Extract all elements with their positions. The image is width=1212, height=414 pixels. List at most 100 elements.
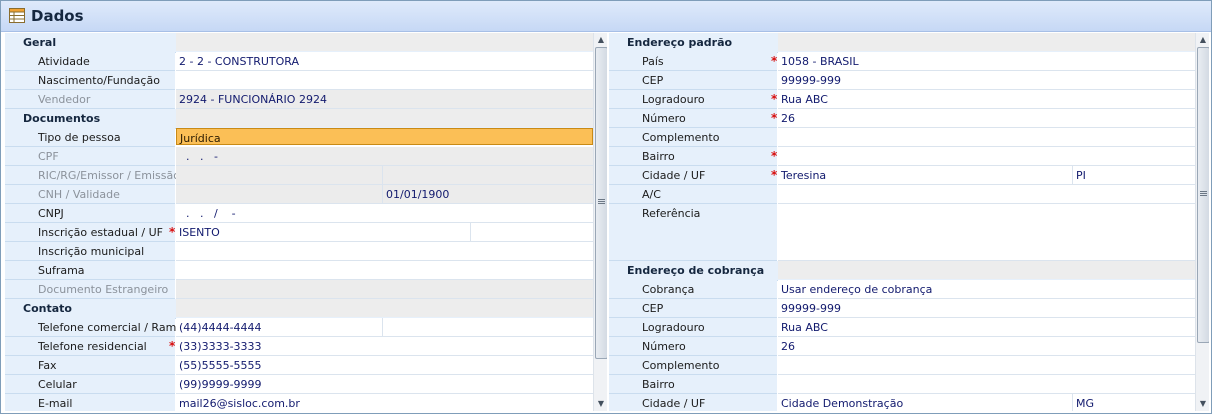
required-marker: * bbox=[771, 168, 778, 182]
field-label: CNH / Validade bbox=[38, 188, 120, 201]
section-geral[interactable]: Geral bbox=[5, 33, 593, 53]
pais-field[interactable]: 1058 - BRASIL bbox=[778, 52, 1195, 71]
logradouro-field[interactable]: Rua ABC bbox=[778, 90, 1195, 109]
field-label: CPF bbox=[38, 150, 59, 163]
cobranca-cidade-field[interactable]: Cidade Demonstração MG bbox=[778, 394, 1195, 411]
section-title: Contato bbox=[23, 302, 72, 315]
row-cobranca-cep[interactable]: CEP 99999-999 bbox=[609, 299, 1195, 318]
row-telefone-comercial[interactable]: Telefone comercial / Ramal (44)4444-4444 bbox=[5, 318, 593, 337]
row-telefone-residencial[interactable]: Telefone residencial * (33)3333-3333 bbox=[5, 337, 593, 356]
field-label: Número bbox=[642, 340, 686, 353]
field-label: Documento Estrangeiro bbox=[38, 283, 169, 296]
uf-field[interactable]: PI bbox=[1072, 166, 1195, 184]
scroll-down-arrow-icon[interactable]: ▼ bbox=[1196, 397, 1209, 411]
row-inscricao-estadual[interactable]: Inscrição estadual / UF * ISENTO bbox=[5, 223, 593, 242]
row-cobranca-bairro[interactable]: Bairro bbox=[609, 375, 1195, 394]
row-cnpj[interactable]: CNPJ . . / - bbox=[5, 204, 593, 223]
scroll-thumb[interactable] bbox=[1197, 47, 1209, 343]
scroll-up-arrow-icon[interactable]: ▲ bbox=[1196, 33, 1209, 47]
section-title: Endereço padrão bbox=[627, 36, 733, 49]
field-label: Vendedor bbox=[38, 93, 91, 106]
row-bairro[interactable]: Bairro * bbox=[609, 147, 1195, 166]
section-endereco-cobranca[interactable]: Endereço de cobrança bbox=[609, 261, 1195, 281]
cep-field[interactable]: 99999-999 bbox=[778, 71, 1195, 90]
cobranca-complemento-field[interactable] bbox=[778, 356, 1195, 375]
cidade-field[interactable]: Teresina PI bbox=[778, 166, 1195, 185]
cnpj-field[interactable]: . . / - bbox=[176, 204, 593, 223]
scroll-down-arrow-icon[interactable]: ▼ bbox=[594, 397, 607, 411]
inscricao-municipal-field[interactable] bbox=[176, 242, 593, 261]
row-vendedor: Vendedor 2924 - FUNCIONÁRIO 2924 bbox=[5, 90, 593, 109]
field-label: E-mail bbox=[38, 397, 73, 410]
section-contato[interactable]: Contato bbox=[5, 299, 593, 319]
section-documentos[interactable]: Documentos bbox=[5, 109, 593, 129]
section-endereco-padrao[interactable]: Endereço padrão bbox=[609, 33, 1195, 53]
telefone-residencial-field[interactable]: (33)3333-3333 bbox=[176, 337, 593, 356]
referencia-field[interactable] bbox=[778, 204, 1195, 261]
left-scrollbar[interactable]: ▲ ▼ bbox=[593, 33, 607, 411]
row-cobranca[interactable]: Cobrança Usar endereço de cobrança bbox=[609, 280, 1195, 299]
suframa-field[interactable] bbox=[176, 261, 593, 280]
field-label: Telefone comercial / Ramal bbox=[38, 321, 187, 334]
email-field[interactable]: mail26@sisloc.com.br bbox=[176, 394, 593, 411]
cobranca-cep-field[interactable]: 99999-999 bbox=[778, 299, 1195, 318]
field-label: Bairro bbox=[642, 378, 675, 391]
field-label: A/C bbox=[642, 188, 661, 201]
celular-field[interactable]: (99)9999-9999 bbox=[176, 375, 593, 394]
title-bar: Dados bbox=[1, 1, 1211, 32]
row-nascimento[interactable]: Nascimento/Fundação bbox=[5, 71, 593, 90]
row-cobranca-numero[interactable]: Número 26 bbox=[609, 337, 1195, 356]
row-inscricao-municipal[interactable]: Inscrição municipal bbox=[5, 242, 593, 261]
cobranca-numero-field[interactable]: 26 bbox=[778, 337, 1195, 356]
telefone-comercial-field[interactable]: (44)4444-4444 bbox=[176, 318, 593, 337]
required-marker: * bbox=[771, 111, 778, 125]
ramal-field[interactable] bbox=[382, 318, 593, 336]
row-cobranca-complemento[interactable]: Complemento bbox=[609, 356, 1195, 375]
section-title: Documentos bbox=[23, 112, 101, 125]
row-ac[interactable]: A/C bbox=[609, 185, 1195, 204]
field-label: Bairro bbox=[642, 150, 675, 163]
tipo-pessoa-select[interactable]: Jurídica bbox=[176, 128, 593, 145]
vendedor-field: 2924 - FUNCIONÁRIO 2924 bbox=[176, 90, 593, 109]
scroll-up-arrow-icon[interactable]: ▲ bbox=[594, 33, 607, 47]
cobranca-uf-field[interactable]: MG bbox=[1072, 394, 1195, 411]
row-referencia[interactable]: Referência bbox=[609, 204, 1195, 261]
row-fax[interactable]: Fax (55)5555-5555 bbox=[5, 356, 593, 375]
ac-field[interactable] bbox=[778, 185, 1195, 204]
row-ric: RIC/RG/Emissor / Emissão bbox=[5, 166, 593, 185]
cobranca-field[interactable]: Usar endereço de cobrança bbox=[778, 280, 1195, 299]
cobranca-bairro-field[interactable] bbox=[778, 375, 1195, 394]
row-suframa[interactable]: Suframa bbox=[5, 261, 593, 280]
cobranca-logradouro-field[interactable]: Rua ABC bbox=[778, 318, 1195, 337]
row-email[interactable]: E-mail mail26@sisloc.com.br bbox=[5, 394, 593, 411]
row-cnh: CNH / Validade 01/01/1900 bbox=[5, 185, 593, 204]
dados-window: Dados Geral Atividade 2 - 2 - CONSTRUTOR… bbox=[0, 0, 1212, 414]
scroll-thumb[interactable] bbox=[595, 47, 607, 359]
row-cidade-uf[interactable]: Cidade / UF * Teresina PI bbox=[609, 166, 1195, 185]
field-label: Atividade bbox=[38, 55, 90, 68]
numero-field[interactable]: 26 bbox=[778, 109, 1195, 128]
row-celular[interactable]: Celular (99)9999-9999 bbox=[5, 375, 593, 394]
bairro-field[interactable] bbox=[778, 147, 1195, 166]
row-tipo-pessoa[interactable]: Tipo de pessoa Jurídica bbox=[5, 128, 593, 147]
row-logradouro[interactable]: Logradouro * Rua ABC bbox=[609, 90, 1195, 109]
row-cobranca-logradouro[interactable]: Logradouro Rua ABC bbox=[609, 318, 1195, 337]
required-marker: * bbox=[771, 149, 778, 163]
inscricao-estadual-field[interactable]: ISENTO bbox=[176, 223, 593, 242]
fax-field[interactable]: (55)5555-5555 bbox=[176, 356, 593, 375]
row-cep[interactable]: CEP 99999-999 bbox=[609, 71, 1195, 90]
right-scrollbar[interactable]: ▲ ▼ bbox=[1195, 33, 1209, 411]
row-cobranca-cidade-uf[interactable]: Cidade / UF Cidade Demonstração MG bbox=[609, 394, 1195, 411]
atividade-field[interactable]: 2 - 2 - CONSTRUTORA bbox=[176, 52, 593, 71]
complemento-field[interactable] bbox=[778, 128, 1195, 147]
uf-field[interactable] bbox=[470, 223, 593, 241]
row-pais[interactable]: País * 1058 - BRASIL bbox=[609, 52, 1195, 71]
required-marker: * bbox=[771, 54, 778, 68]
row-numero[interactable]: Número * 26 bbox=[609, 109, 1195, 128]
row-complemento[interactable]: Complemento bbox=[609, 128, 1195, 147]
nascimento-field[interactable] bbox=[176, 71, 593, 90]
window-title: Dados bbox=[31, 7, 84, 25]
ric-field bbox=[176, 166, 593, 185]
left-property-grid: Geral Atividade 2 - 2 - CONSTRUTORA Nasc… bbox=[5, 33, 607, 411]
row-atividade[interactable]: Atividade 2 - 2 - CONSTRUTORA bbox=[5, 52, 593, 71]
